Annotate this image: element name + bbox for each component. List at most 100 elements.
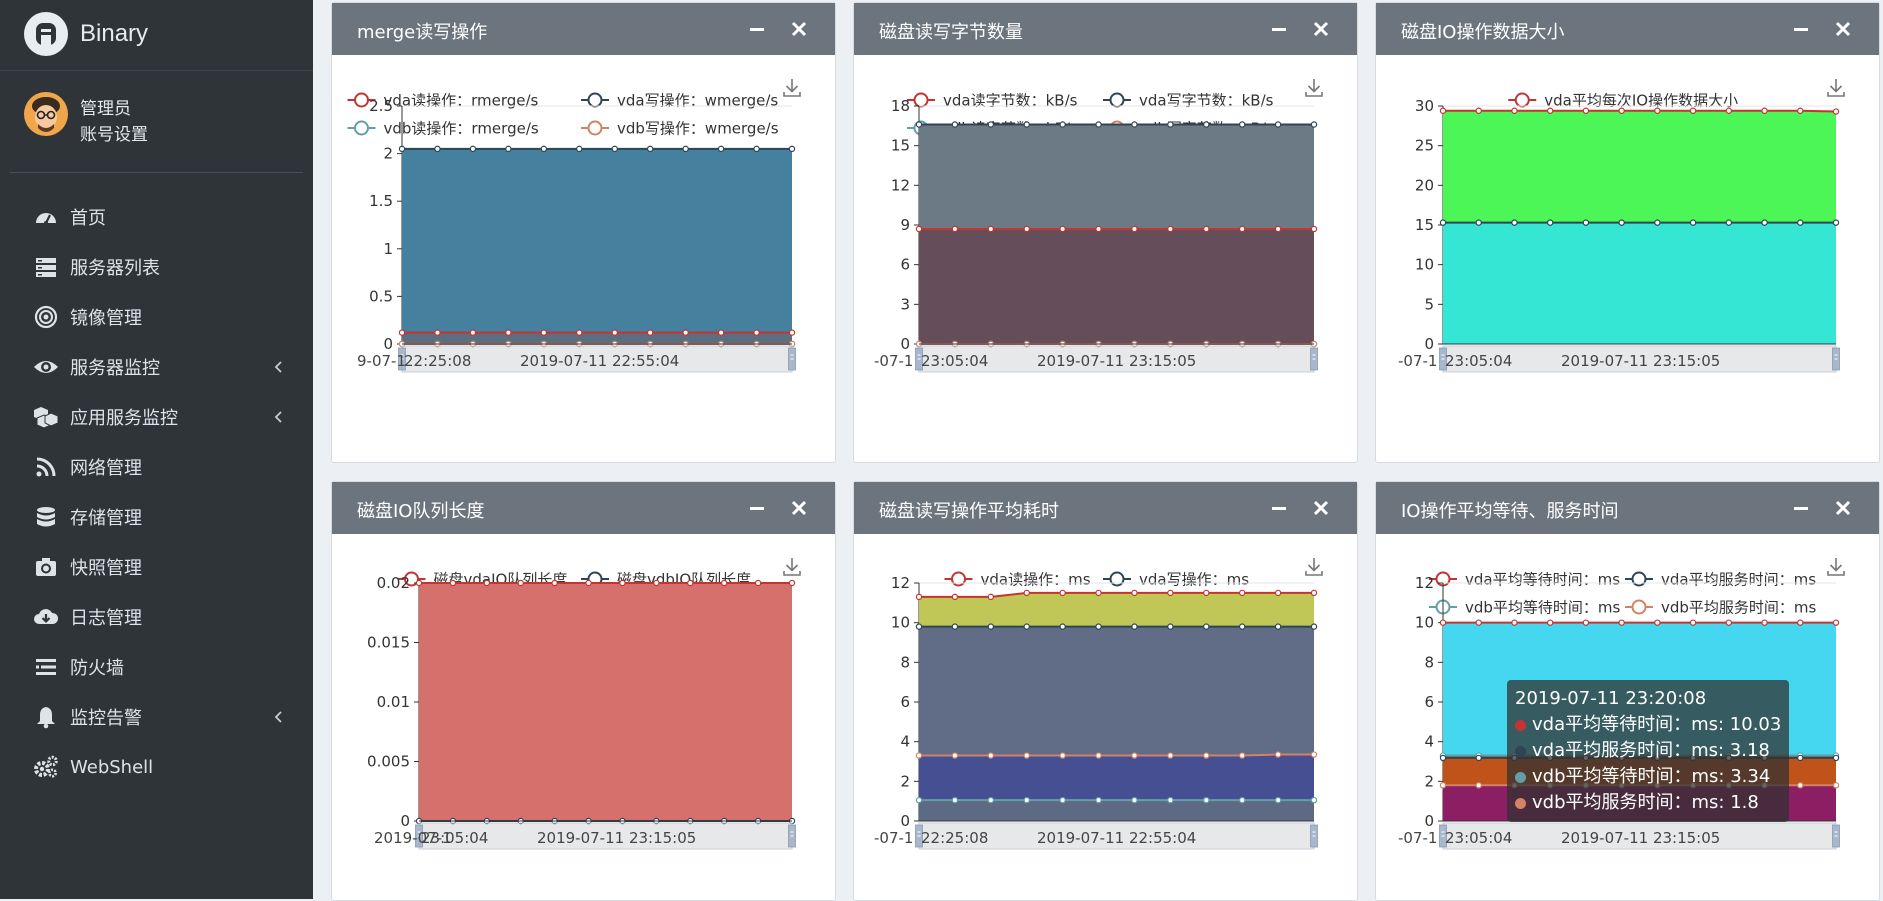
minimize-icon[interactable] xyxy=(1791,19,1811,39)
data-point[interactable] xyxy=(1725,619,1733,626)
data-point[interactable] xyxy=(1475,619,1482,626)
data-point[interactable] xyxy=(1095,121,1102,128)
data-point[interactable] xyxy=(951,121,959,128)
data-point[interactable] xyxy=(720,579,728,587)
legend-item[interactable]: vda读字节数：kB/s xyxy=(907,92,1078,110)
data-point[interactable] xyxy=(1582,107,1590,114)
data-point[interactable] xyxy=(540,329,548,336)
data-point[interactable] xyxy=(1167,623,1174,630)
data-point[interactable] xyxy=(682,329,689,336)
data-point[interactable] xyxy=(1618,219,1625,226)
data-point[interactable] xyxy=(1238,589,1246,597)
data-point[interactable] xyxy=(1167,121,1174,128)
data-point[interactable] xyxy=(1095,589,1102,597)
data-point[interactable] xyxy=(1725,107,1733,114)
legend-item[interactable]: vda写字节数：kB/s xyxy=(1103,92,1274,110)
data-point[interactable] xyxy=(1023,752,1030,759)
data-point[interactable] xyxy=(915,593,923,601)
data-point[interactable] xyxy=(1475,754,1482,762)
data-point[interactable] xyxy=(1023,589,1030,597)
chart[interactable]: 磁盘vdaIO队列长度 磁盘vdbIO队列长度0.020.0150.010.005… xyxy=(332,534,833,900)
legend-item[interactable]: vda写操作：ms xyxy=(1103,571,1249,589)
data-point[interactable] xyxy=(1274,623,1282,630)
legend-item[interactable]: vda平均服务时间：ms xyxy=(1625,571,1816,589)
sidebar-item-2[interactable]: 服务器列表 xyxy=(0,242,313,292)
data-point[interactable] xyxy=(1546,219,1554,226)
data-point[interactable] xyxy=(717,329,725,336)
sidebar-item-11[interactable]: 监控告警 xyxy=(0,692,313,742)
sidebar-item-3[interactable]: 镜像管理 xyxy=(0,292,313,342)
data-point[interactable] xyxy=(754,579,762,587)
data-point[interactable] xyxy=(987,752,995,759)
data-point[interactable] xyxy=(1203,796,1210,804)
data-point[interactable] xyxy=(469,329,477,336)
download-icon[interactable] xyxy=(1305,79,1323,97)
data-point[interactable] xyxy=(398,329,406,336)
data-point[interactable] xyxy=(951,796,959,804)
data-point[interactable] xyxy=(1439,782,1447,789)
data-point[interactable] xyxy=(1131,121,1138,128)
data-point[interactable] xyxy=(1059,623,1066,630)
data-point[interactable] xyxy=(1797,782,1804,789)
data-point[interactable] xyxy=(753,145,760,153)
minimize-icon[interactable] xyxy=(1269,498,1289,518)
data-point[interactable] xyxy=(1546,107,1554,114)
legend-item[interactable]: vdb平均等待时间：ms xyxy=(1429,599,1621,617)
data-point[interactable] xyxy=(1095,225,1102,233)
data-point[interactable] xyxy=(585,579,592,587)
data-point[interactable] xyxy=(1131,225,1138,233)
data-point[interactable] xyxy=(576,145,583,153)
close-icon[interactable] xyxy=(1311,19,1331,39)
sidebar-item-5[interactable]: 应用服务监控 xyxy=(0,392,313,442)
chart[interactable]: vda读字节数：kB/svda写字节数：kB/svdb读字节数：kB/svdb写… xyxy=(854,55,1355,462)
data-point[interactable] xyxy=(1238,796,1246,804)
data-point[interactable] xyxy=(1310,225,1318,233)
data-point[interactable] xyxy=(1654,619,1661,626)
data-point[interactable] xyxy=(1167,225,1174,233)
data-point[interactable] xyxy=(1310,796,1318,804)
data-point[interactable] xyxy=(1238,752,1246,759)
data-point[interactable] xyxy=(1797,754,1804,762)
data-point[interactable] xyxy=(1797,619,1804,626)
data-point[interactable] xyxy=(1059,121,1066,128)
close-icon[interactable] xyxy=(789,498,809,518)
data-point[interactable] xyxy=(1274,589,1282,597)
data-point[interactable] xyxy=(1059,752,1066,759)
data-point[interactable] xyxy=(1654,107,1661,114)
data-point[interactable] xyxy=(1274,751,1282,758)
minimize-icon[interactable] xyxy=(747,498,767,518)
data-point[interactable] xyxy=(1618,619,1625,626)
data-point[interactable] xyxy=(1310,589,1318,597)
sidebar-item-1[interactable]: 首页 xyxy=(0,192,313,242)
sidebar-item-9[interactable]: 日志管理 xyxy=(0,592,313,642)
legend-item[interactable]: vdb读操作：rmerge/s xyxy=(347,120,539,138)
data-point[interactable] xyxy=(1203,589,1210,597)
sidebar-item-8[interactable]: 快照管理 xyxy=(0,542,313,592)
data-point[interactable] xyxy=(951,623,959,630)
data-point[interactable] xyxy=(1167,752,1174,759)
chevron-left-icon[interactable] xyxy=(272,407,286,427)
data-point[interactable] xyxy=(1238,225,1246,233)
data-point[interactable] xyxy=(517,579,524,587)
data-point[interactable] xyxy=(619,579,626,587)
data-point[interactable] xyxy=(1274,796,1282,804)
data-point[interactable] xyxy=(987,121,995,128)
data-point[interactable] xyxy=(398,145,406,153)
minimize-icon[interactable] xyxy=(747,19,767,39)
data-point[interactable] xyxy=(1832,619,1840,626)
legend-item[interactable]: vda读操作：ms xyxy=(944,571,1091,589)
zoom-handle[interactable] xyxy=(788,347,796,371)
data-point[interactable] xyxy=(1203,623,1210,630)
data-point[interactable] xyxy=(1310,121,1318,128)
chart[interactable]: vda读操作：msvda写操作：msvdb读操作：msvdb写操作：ms1210… xyxy=(854,534,1355,900)
data-point[interactable] xyxy=(915,225,923,233)
sidebar-item-12[interactable]: WebShell xyxy=(0,742,313,792)
data-point[interactable] xyxy=(1832,754,1840,762)
zoom-handle[interactable] xyxy=(1832,824,1840,848)
data-point[interactable] xyxy=(576,329,583,336)
legend-item[interactable]: vda写操作：wmerge/s xyxy=(581,92,778,110)
data-point[interactable] xyxy=(1167,589,1174,597)
data-point[interactable] xyxy=(915,121,923,128)
data-point[interactable] xyxy=(1238,121,1246,128)
data-point[interactable] xyxy=(1059,225,1066,233)
